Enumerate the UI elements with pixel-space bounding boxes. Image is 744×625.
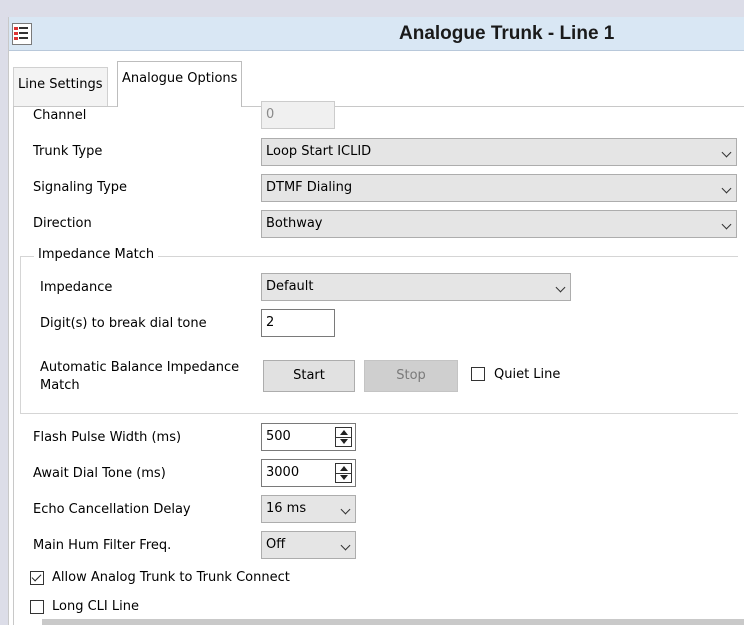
echo-delay-label: Echo Cancellation Delay: [33, 502, 191, 517]
await-dial-spinner[interactable]: 3000: [261, 459, 356, 487]
window-title: Analogue Trunk - Line 1: [399, 23, 615, 44]
signaling-type-value: DTMF Dialing: [266, 180, 353, 195]
tab-analogue-options[interactable]: Analogue Options: [117, 61, 243, 107]
direction-select[interactable]: Bothway: [261, 210, 737, 238]
hum-filter-label: Main Hum Filter Freq.: [33, 538, 172, 553]
allow-connect-checkbox[interactable]: [30, 571, 44, 585]
auto-balance-label-line2: Match: [40, 378, 80, 393]
chevron-down-icon: [340, 540, 351, 551]
stop-button: Stop: [364, 360, 458, 392]
spinner-icon[interactable]: [335, 463, 352, 483]
signaling-type-select[interactable]: DTMF Dialing: [261, 174, 737, 202]
trunk-type-label: Trunk Type: [33, 144, 103, 159]
signaling-type-label: Signaling Type: [33, 180, 128, 195]
channel-label: Channel: [33, 108, 87, 123]
impedance-match-legend: Impedance Match: [34, 247, 159, 262]
digits-break-label: Digit(s) to break dial tone: [40, 316, 207, 331]
chevron-down-icon: [340, 504, 351, 515]
chevron-down-icon: [721, 183, 732, 194]
channel-field: 0: [261, 101, 335, 129]
trunk-type-select[interactable]: Loop Start ICLID: [261, 138, 737, 166]
spinner-icon[interactable]: [335, 427, 352, 447]
quiet-line-label: Quiet Line: [494, 367, 561, 382]
flash-pulse-label: Flash Pulse Width (ms): [33, 430, 182, 445]
direction-value: Bothway: [266, 216, 323, 231]
allow-connect-label: Allow Analog Trunk to Trunk Connect: [52, 570, 290, 585]
echo-delay-value: 16 ms: [266, 501, 307, 516]
start-button[interactable]: Start: [263, 360, 355, 392]
auto-balance-label-line1: Automatic Balance Impedance: [40, 360, 240, 375]
trunk-type-value: Loop Start ICLID: [266, 144, 372, 159]
impedance-label: Impedance: [40, 280, 113, 295]
hum-filter-select[interactable]: Off: [261, 531, 356, 559]
tab-line-settings[interactable]: Line Settings: [13, 67, 108, 107]
impedance-value: Default: [266, 279, 314, 294]
flash-pulse-spinner[interactable]: 500: [261, 423, 356, 451]
chevron-down-icon: [721, 147, 732, 158]
long-cli-label: Long CLI Line: [52, 599, 139, 614]
echo-delay-select[interactable]: 16 ms: [261, 495, 356, 523]
chevron-down-icon: [721, 219, 732, 230]
hum-filter-value: Off: [266, 537, 286, 552]
impedance-select[interactable]: Default: [261, 273, 571, 301]
await-dial-label: Await Dial Tone (ms): [33, 466, 166, 481]
flash-pulse-value: 500: [266, 429, 291, 444]
digits-break-input[interactable]: 2: [261, 309, 335, 337]
chevron-down-icon: [555, 282, 566, 293]
direction-label: Direction: [33, 216, 92, 231]
title-bar: Analogue Trunk - Line 1: [9, 17, 744, 51]
horizontal-scrollbar[interactable]: [42, 619, 744, 625]
await-dial-value: 3000: [266, 465, 300, 480]
list-icon: [12, 23, 32, 45]
long-cli-checkbox[interactable]: [30, 600, 44, 614]
quiet-line-checkbox[interactable]: [471, 367, 485, 381]
